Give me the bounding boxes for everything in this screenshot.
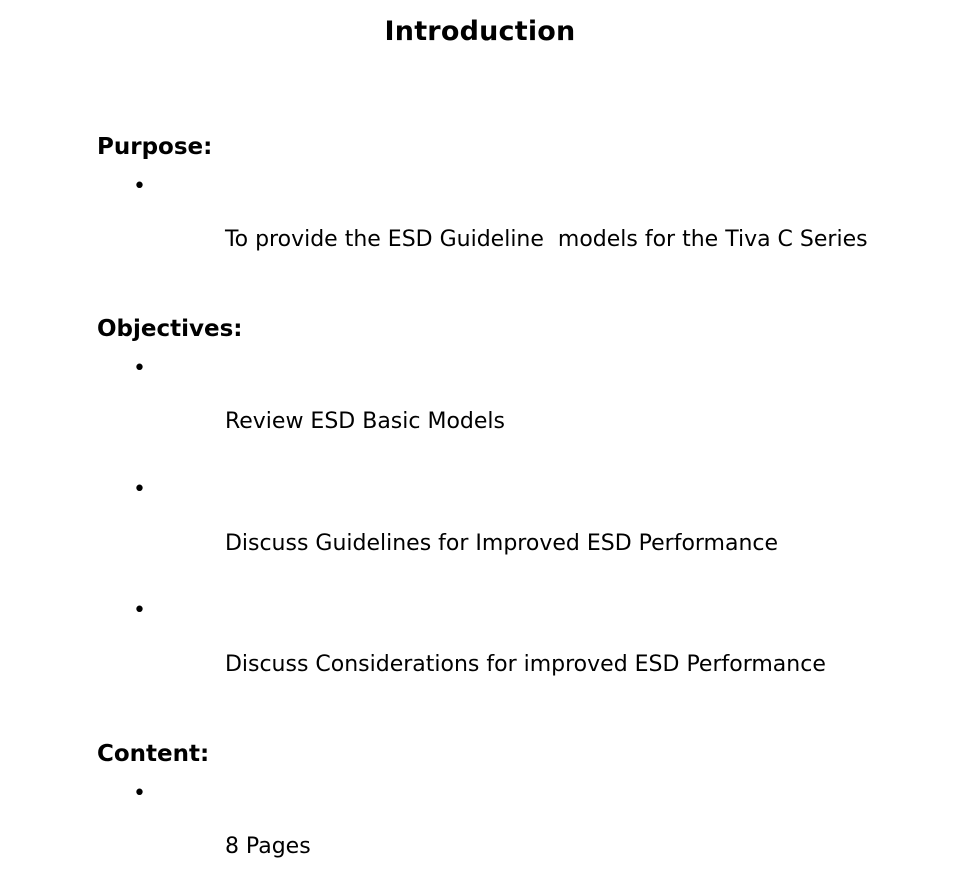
section-heading-objectives: Objectives: xyxy=(97,316,243,343)
list-item: • Discuss Guidelines for Improved ESD Pe… xyxy=(97,477,917,584)
section-content: Content: • 8 Pages xyxy=(97,740,917,888)
bullet-dot-icon: • xyxy=(133,477,146,503)
slide: Introduction Purpose: • To provide the E… xyxy=(0,0,960,859)
bullet-dot-icon: • xyxy=(133,173,146,199)
bullet-list-objectives: • Review ESD Basic Models • Discuss Guid… xyxy=(97,356,917,706)
list-item-label: 8 Pages xyxy=(224,834,311,860)
bullet-dot-icon: • xyxy=(133,780,146,806)
bullet-dot-icon: • xyxy=(133,598,146,624)
bullet-list-purpose: • To provide the ESD Guideline models fo… xyxy=(97,174,917,281)
section-heading-purpose: Purpose: xyxy=(97,134,213,160)
list-item: • To provide the ESD Guideline models fo… xyxy=(97,174,917,281)
list-item-label: Discuss Guidelines for Improved ESD Perf… xyxy=(224,530,779,556)
list-item: • Review ESD Basic Models xyxy=(97,356,917,463)
bullet-list-content: • 8 Pages xyxy=(97,781,917,888)
list-item: • Discuss Considerations for improved ES… xyxy=(97,598,917,705)
list-item-label: Discuss Considerations for improved ESD … xyxy=(224,652,826,678)
section-purpose: Purpose: • To provide the ESD Guideline … xyxy=(97,133,917,281)
page-title: Introduction xyxy=(384,16,576,47)
section-heading-content: Content: xyxy=(97,740,210,767)
slide-body: Purpose: • To provide the ESD Guideline … xyxy=(97,133,917,888)
list-item: • 8 Pages xyxy=(97,781,917,888)
bullet-dot-icon: • xyxy=(133,355,146,381)
section-objectives: Objectives: • Review ESD Basic Models • … xyxy=(97,315,917,706)
list-item-label: To provide the ESD Guideline models for … xyxy=(224,227,868,253)
list-item-label: Review ESD Basic Models xyxy=(224,409,505,435)
